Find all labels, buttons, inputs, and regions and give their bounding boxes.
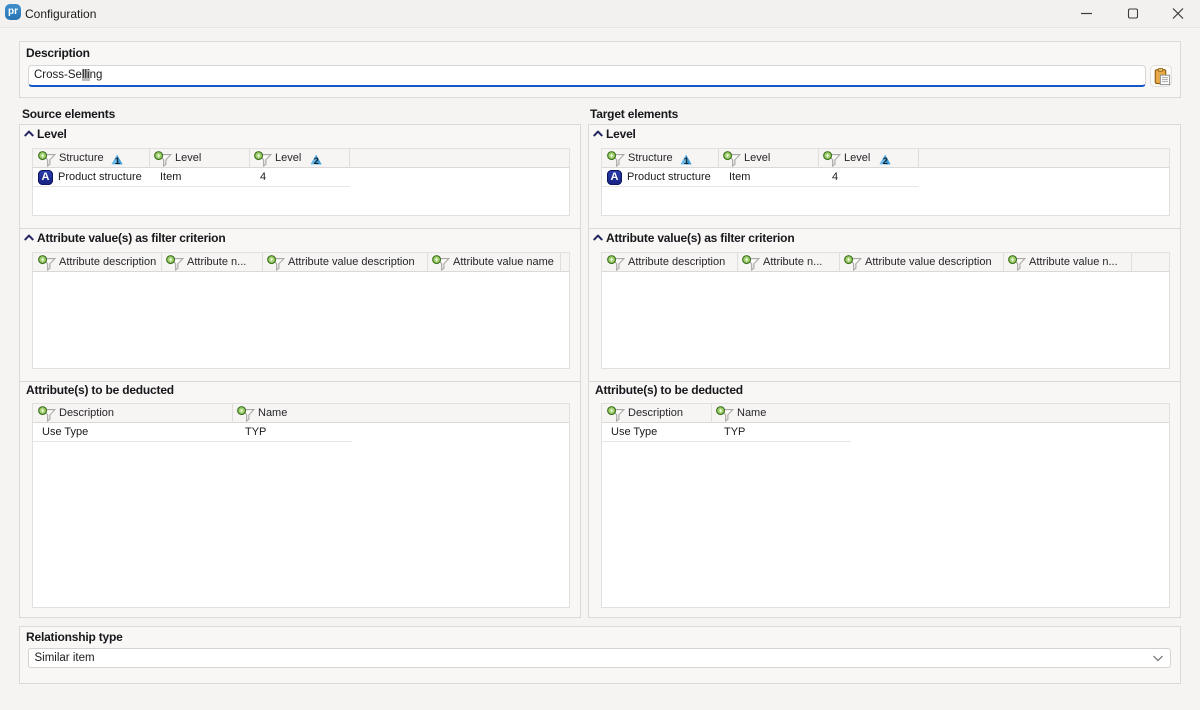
svg-text:2: 2 xyxy=(314,156,319,165)
svg-text:1: 1 xyxy=(684,156,690,165)
svg-text:2: 2 xyxy=(883,156,888,165)
svg-text:1: 1 xyxy=(115,156,121,165)
